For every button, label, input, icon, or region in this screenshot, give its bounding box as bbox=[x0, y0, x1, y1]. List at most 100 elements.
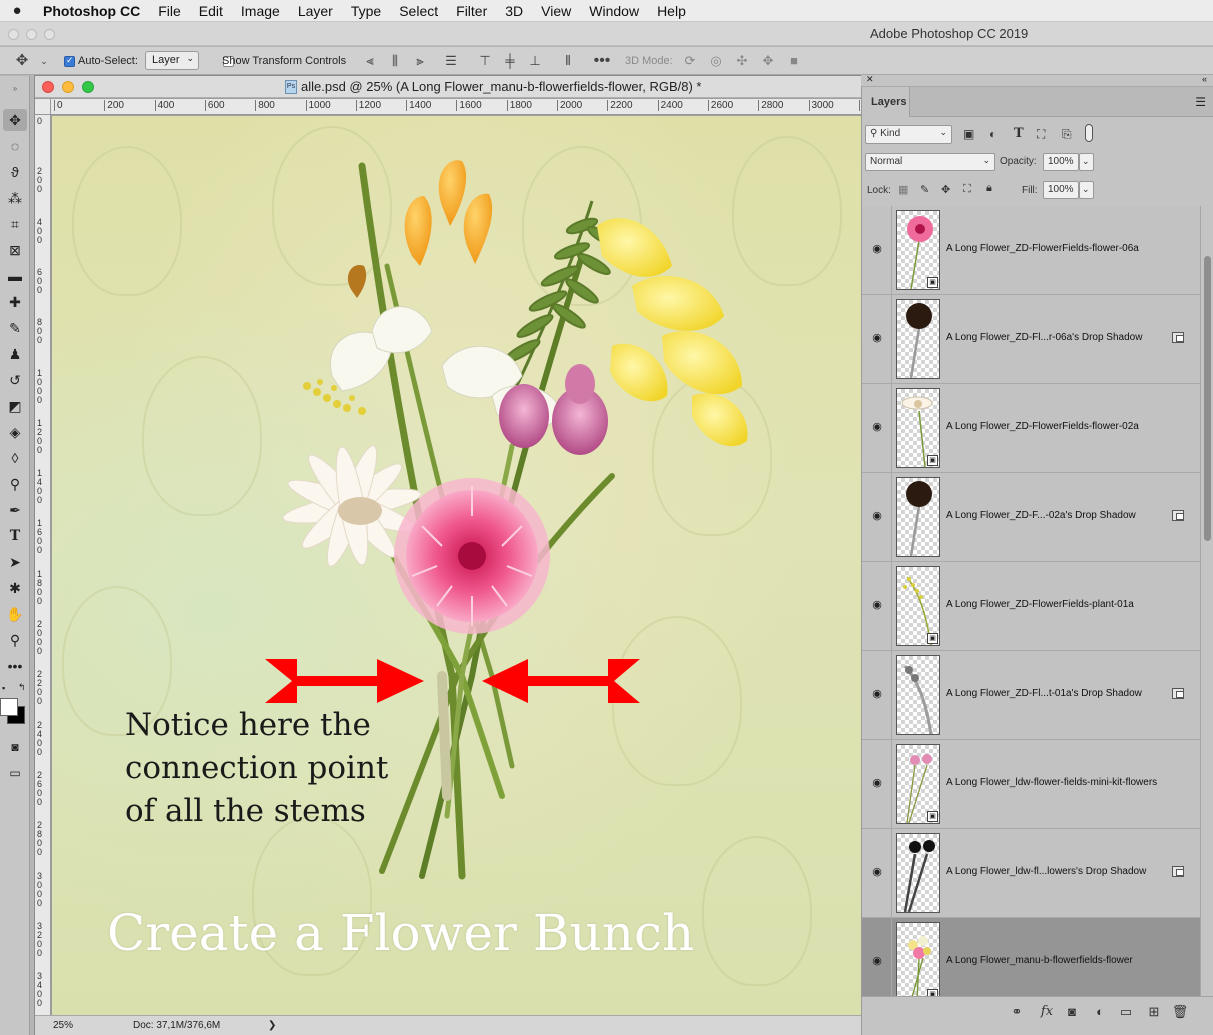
panel-menu-icon[interactable]: ☰ bbox=[1195, 95, 1206, 109]
eraser-tool-icon[interactable]: ◩ bbox=[3, 395, 27, 417]
type-tool-icon[interactable]: T bbox=[3, 525, 27, 547]
menu-help[interactable]: Help bbox=[648, 0, 695, 22]
fill-input[interactable]: 100% bbox=[1043, 181, 1079, 199]
align-hcenter-icon[interactable]: ⫼ bbox=[385, 51, 405, 71]
foreground-color-swatch[interactable] bbox=[0, 698, 18, 716]
path-selection-tool-icon[interactable]: ➤ bbox=[3, 551, 27, 573]
marquee-tool-icon[interactable]: ◌ bbox=[3, 135, 27, 157]
lock-image-icon[interactable]: ✎ bbox=[920, 183, 929, 196]
layer-row[interactable]: ◉ A Long Flower_ZD-Fl...r-06a's Drop Shad… bbox=[862, 295, 1200, 384]
layer-name[interactable]: A Long Flower_manu-b-flowerfields-flower bbox=[946, 955, 1133, 966]
doc-minimize-button[interactable] bbox=[62, 81, 74, 93]
3d-orbit-icon[interactable]: ⟳ bbox=[680, 51, 700, 71]
align-vcenter-icon[interactable]: ╪ bbox=[500, 51, 520, 71]
layer-name[interactable]: A Long Flower_ZD-FlowerFields-flower-06a bbox=[946, 243, 1139, 254]
default-colors-icon[interactable]: ▪ bbox=[2, 683, 5, 693]
panel-close-icon[interactable]: ✕ bbox=[866, 74, 874, 85]
lasso-tool-icon[interactable]: ϑ bbox=[3, 161, 27, 183]
align-top-icon[interactable]: ⊤ bbox=[475, 51, 495, 71]
menu-edit[interactable]: Edit bbox=[190, 0, 232, 22]
filter-type-icon[interactable]: T bbox=[1014, 126, 1024, 141]
distribute-vertical-icon[interactable]: ⫴ bbox=[558, 51, 578, 71]
canvas[interactable]: Notice here the connection point of all … bbox=[52, 116, 861, 1015]
visibility-eye-icon[interactable]: ◉ bbox=[870, 509, 884, 523]
visibility-eye-icon[interactable]: ◉ bbox=[870, 776, 884, 790]
align-right-icon[interactable]: ⫸ bbox=[410, 51, 430, 71]
filter-adjustment-icon[interactable]: ◐ bbox=[989, 127, 996, 141]
doc-close-button[interactable] bbox=[42, 81, 54, 93]
distribute-horizontal-icon[interactable]: ☰ bbox=[441, 51, 461, 71]
layer-row[interactable]: ◉ ▣ A Long Flower_ZD-FlowerFields-flower-0… bbox=[862, 384, 1200, 473]
layer-row[interactable]: ◉ ▣ A Long Flower_ldw-flower-fields-mini-k… bbox=[862, 740, 1200, 829]
doc-zoom-button[interactable] bbox=[82, 81, 94, 93]
healing-brush-tool-icon[interactable]: ✚ bbox=[3, 291, 27, 313]
visibility-eye-icon[interactable]: ◉ bbox=[870, 954, 884, 968]
new-layer-icon[interactable]: ⊞ bbox=[1145, 1003, 1163, 1021]
align-left-icon[interactable]: ⫷ bbox=[360, 51, 380, 71]
auto-select-target-dropdown[interactable]: Layer ⌄ bbox=[145, 51, 199, 70]
custom-shape-tool-icon[interactable]: ✱ bbox=[3, 577, 27, 599]
layer-name[interactable]: A Long Flower_ldw-flower-fields-mini-kit… bbox=[946, 777, 1157, 788]
toolbar-collapse-icon[interactable]: » bbox=[3, 78, 27, 100]
lock-all-icon[interactable]: 🔒︎ bbox=[986, 182, 992, 195]
menu-layer[interactable]: Layer bbox=[289, 0, 342, 22]
lock-artboard-icon[interactable]: ⛶ bbox=[963, 183, 971, 196]
swap-colors-icon[interactable]: ↰ bbox=[18, 682, 26, 693]
layer-row[interactable]: ◉ A Long Flower_ZD-Fl...t-01a's Drop Shad… bbox=[862, 651, 1200, 740]
pen-tool-icon[interactable]: ✒ bbox=[3, 499, 27, 521]
opacity-chevron-icon[interactable]: ⌄ bbox=[1079, 153, 1094, 171]
document-tab[interactable]: Ps alle.psd @ 25% (A Long Flower_manu-b-… bbox=[35, 76, 861, 98]
status-menu-arrow[interactable]: ❯ bbox=[268, 1020, 276, 1031]
new-group-icon[interactable]: ▭ bbox=[1117, 1003, 1135, 1021]
menu-select[interactable]: Select bbox=[390, 0, 447, 22]
new-adjustment-layer-icon[interactable]: ◐ bbox=[1091, 1003, 1109, 1021]
visibility-eye-icon[interactable]: ◉ bbox=[870, 242, 884, 256]
quick-mask-icon[interactable]: ◙ bbox=[3, 736, 27, 758]
ruler-origin[interactable] bbox=[35, 99, 51, 115]
fill-chevron-icon[interactable]: ⌄ bbox=[1079, 181, 1094, 199]
layer-thumbnail[interactable]: ▣ bbox=[896, 566, 940, 646]
layer-thumbnail[interactable]: ▣ bbox=[896, 922, 940, 996]
clone-stamp-tool-icon[interactable]: ♟ bbox=[3, 343, 27, 365]
menu-view[interactable]: View bbox=[532, 0, 580, 22]
history-brush-tool-icon[interactable]: ↺ bbox=[3, 369, 27, 391]
3d-slide-icon[interactable]: ✥ bbox=[758, 51, 778, 71]
filter-pixel-icon[interactable]: ▣ bbox=[963, 127, 974, 141]
3d-pan-icon[interactable]: ✣ bbox=[732, 51, 752, 71]
layer-name[interactable]: A Long Flower_ZD-Fl...r-06a's Drop Shado… bbox=[946, 332, 1142, 343]
layer-name[interactable]: A Long Flower_ZD-Fl...t-01a's Drop Shado… bbox=[946, 688, 1142, 699]
blend-mode-dropdown[interactable]: Normal ⌄ bbox=[865, 153, 995, 171]
tool-preset-chevron-icon[interactable]: ⌄ bbox=[34, 51, 54, 71]
add-mask-icon[interactable]: ◙ bbox=[1063, 1003, 1081, 1021]
menu-file[interactable]: File bbox=[149, 0, 190, 22]
paint-bucket-tool-icon[interactable]: ◈ bbox=[3, 421, 27, 443]
visibility-eye-icon[interactable]: ◉ bbox=[870, 865, 884, 879]
menu-filter[interactable]: Filter bbox=[447, 0, 496, 22]
filter-smart-object-icon[interactable]: ⎘ bbox=[1062, 127, 1072, 142]
visibility-eye-icon[interactable]: ◉ bbox=[870, 331, 884, 345]
filter-kind-dropdown[interactable]: ⚲ Kind ⌄ bbox=[865, 125, 952, 144]
menu-3d[interactable]: 3D bbox=[496, 0, 532, 22]
panel-collapse-icon[interactable]: « bbox=[1202, 74, 1207, 84]
eyedropper-tool-icon[interactable]: ▬ bbox=[3, 265, 27, 287]
magic-wand-tool-icon[interactable]: ⁂ bbox=[3, 187, 27, 209]
menu-image[interactable]: Image bbox=[232, 0, 289, 22]
layer-thumbnail[interactable]: ▣ bbox=[896, 210, 940, 290]
layer-row[interactable]: ◉ A Long Flower_ldw-fl...lowers's Drop Sh… bbox=[862, 829, 1200, 918]
app-minimize-button[interactable] bbox=[26, 29, 37, 40]
move-tool-icon[interactable]: ✥ bbox=[3, 109, 27, 131]
layer-name[interactable]: A Long Flower_ZD-F...-02a's Drop Shadow bbox=[946, 510, 1136, 521]
3d-roll-icon[interactable]: ◎ bbox=[706, 51, 726, 71]
zoom-tool-icon[interactable]: ⚲ bbox=[3, 629, 27, 651]
app-zoom-button[interactable] bbox=[44, 29, 55, 40]
layer-thumbnail[interactable] bbox=[896, 833, 940, 913]
layer-row[interactable]: ◉ ▣ A Long Flower_ZD-FlowerFields-plant-01… bbox=[862, 562, 1200, 651]
menu-window[interactable]: Window bbox=[580, 0, 648, 22]
layer-row[interactable]: ◉ ▣ A Long Flower_ZD-FlowerFields-flower-0… bbox=[862, 206, 1200, 295]
app-close-button[interactable] bbox=[8, 29, 19, 40]
hand-tool-icon[interactable]: ✋ bbox=[3, 603, 27, 625]
visibility-eye-icon[interactable]: ◉ bbox=[870, 598, 884, 612]
layer-thumbnail[interactable]: ▣ bbox=[896, 744, 940, 824]
layer-name[interactable]: A Long Flower_ldw-fl...lowers's Drop Sha… bbox=[946, 866, 1146, 877]
3d-scale-icon[interactable]: ■ bbox=[784, 51, 804, 71]
